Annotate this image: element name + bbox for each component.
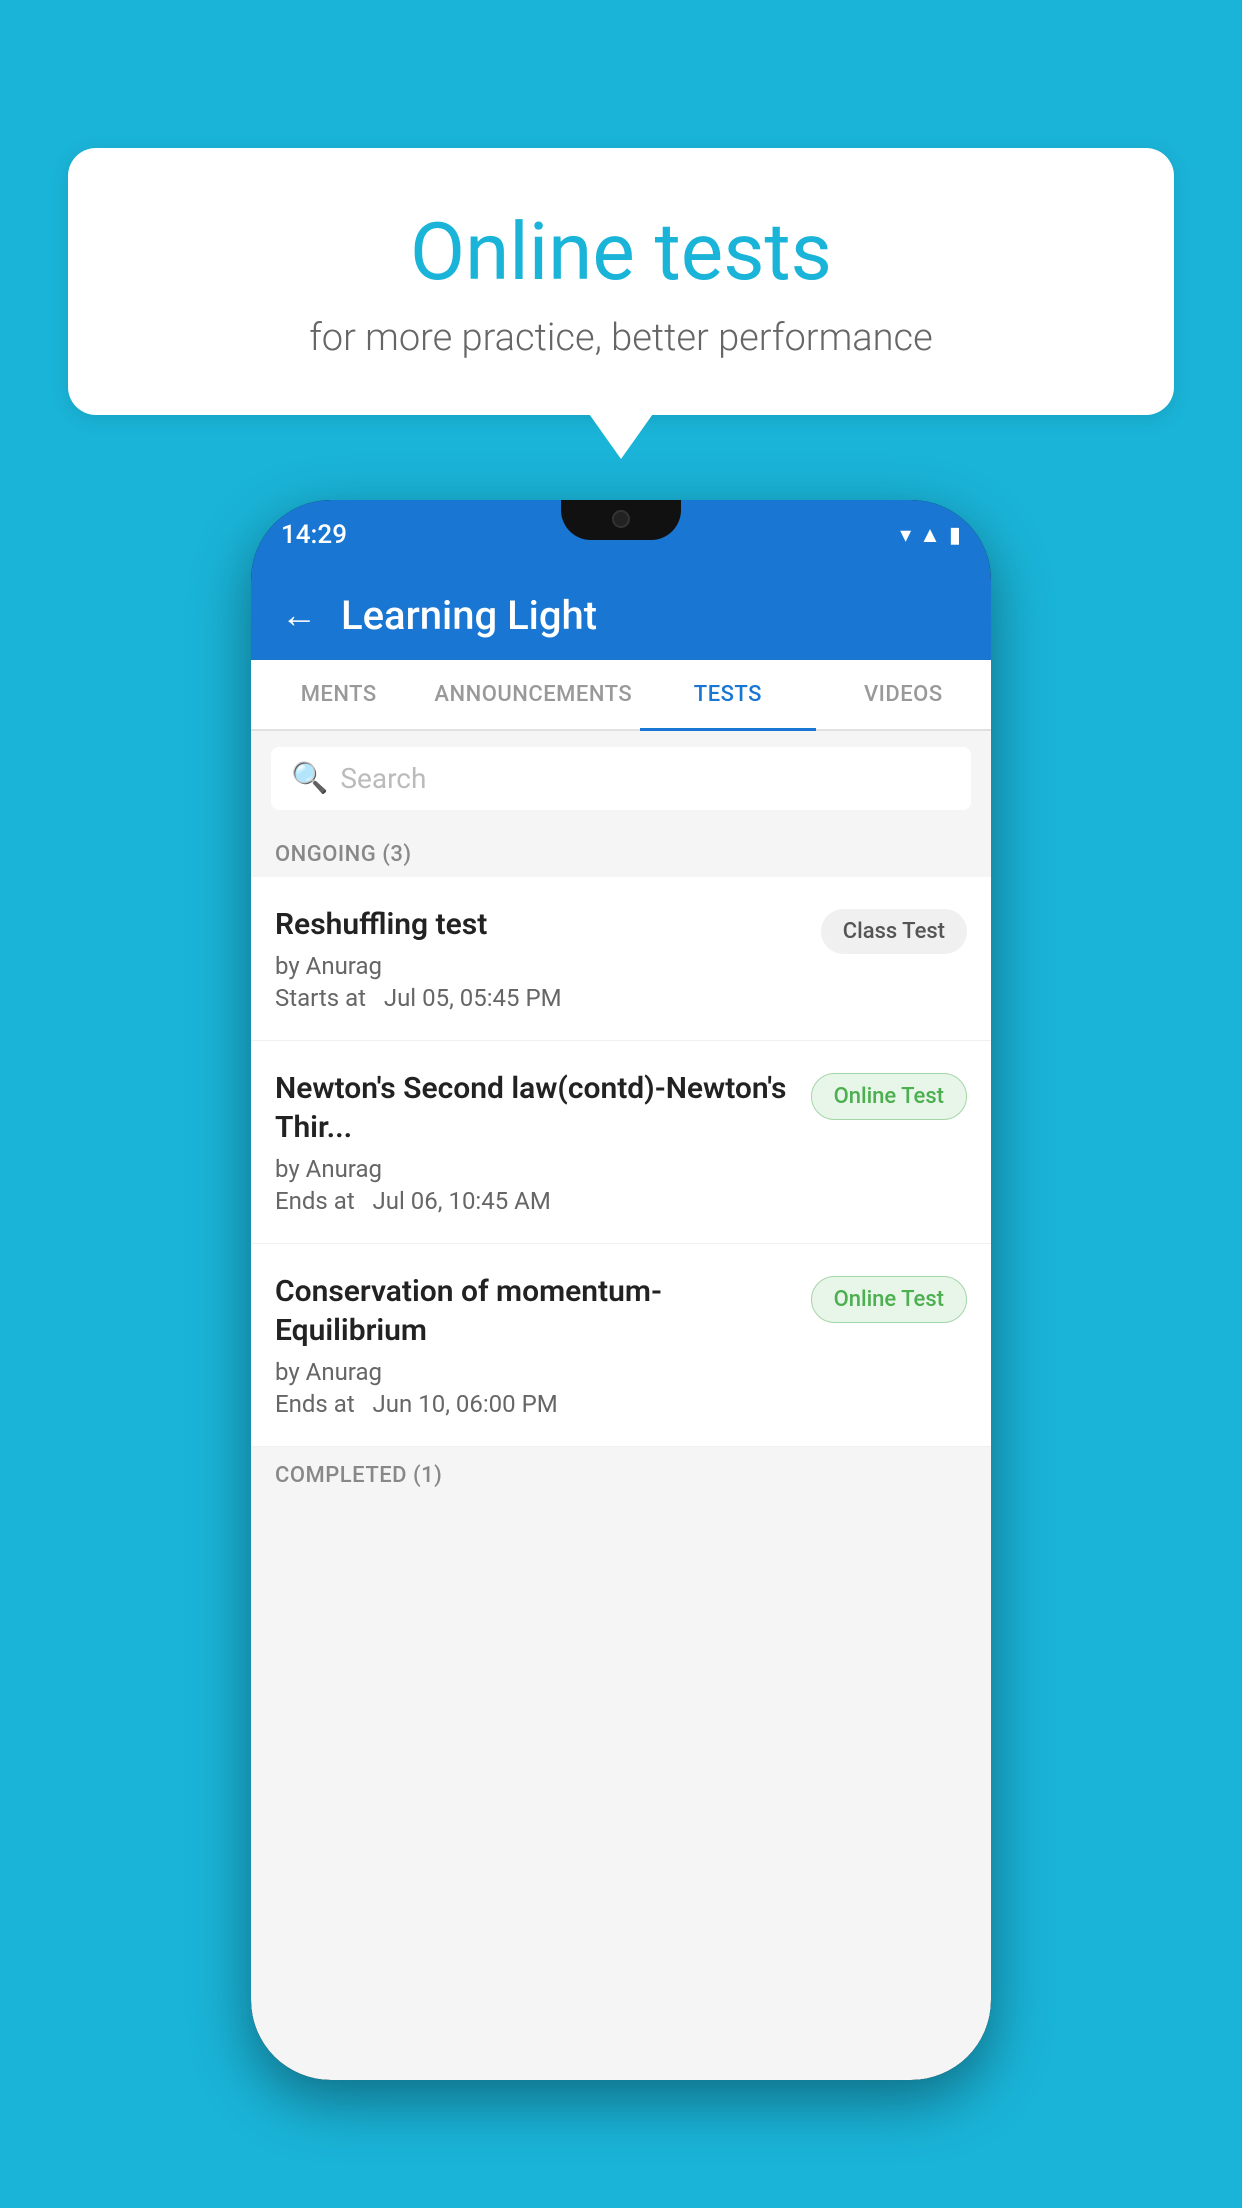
bubble-subtitle: for more practice, better performance bbox=[118, 316, 1124, 360]
back-button[interactable]: ← bbox=[281, 594, 317, 636]
test-list: Reshuffling test by Anurag Starts at Jul… bbox=[251, 877, 991, 1447]
bubble-title: Online tests bbox=[118, 208, 1124, 296]
screen-content: 🔍 Search ONGOING (3) Reshuffling test by… bbox=[251, 731, 991, 2080]
phone-frame: 14:29 ▾ ▲ ▮ ← Learning Light MENTS ANNOU… bbox=[251, 500, 991, 2080]
tab-announcements[interactable]: ANNOUNCEMENTS bbox=[426, 660, 640, 729]
test-item-2[interactable]: Newton's Second law(contd)-Newton's Thir… bbox=[251, 1041, 991, 1244]
test-item-3[interactable]: Conservation of momentum-Equilibrium by … bbox=[251, 1244, 991, 1447]
test-title-1: Reshuffling test bbox=[275, 905, 809, 944]
notch bbox=[561, 500, 681, 540]
search-input[interactable]: Search bbox=[340, 762, 426, 795]
test-by-1: by Anurag bbox=[275, 952, 809, 980]
app-bar: ← Learning Light bbox=[251, 570, 991, 660]
status-time: 14:29 bbox=[281, 520, 347, 550]
wifi-icon: ▾ bbox=[900, 523, 911, 548]
test-item-1[interactable]: Reshuffling test by Anurag Starts at Jul… bbox=[251, 877, 991, 1041]
test-by-2: by Anurag bbox=[275, 1155, 799, 1183]
test-title-3: Conservation of momentum-Equilibrium bbox=[275, 1272, 799, 1350]
speech-bubble: Online tests for more practice, better p… bbox=[68, 148, 1174, 415]
test-info-3: Conservation of momentum-Equilibrium by … bbox=[275, 1272, 799, 1418]
search-icon: 🔍 bbox=[291, 761, 328, 796]
tab-tests[interactable]: TESTS bbox=[640, 660, 815, 729]
camera-icon bbox=[612, 510, 630, 528]
tab-videos[interactable]: VIDEOS bbox=[816, 660, 991, 729]
search-bar[interactable]: 🔍 Search bbox=[271, 747, 971, 810]
status-icons: ▾ ▲ ▮ bbox=[900, 522, 961, 548]
test-by-3: by Anurag bbox=[275, 1358, 799, 1386]
test-time-2: Ends at Jul 06, 10:45 AM bbox=[275, 1187, 799, 1215]
test-time-3: Ends at Jun 10, 06:00 PM bbox=[275, 1390, 799, 1418]
status-bar: 14:29 ▾ ▲ ▮ bbox=[251, 500, 991, 570]
tab-ments[interactable]: MENTS bbox=[251, 660, 426, 729]
completed-section-label: COMPLETED (1) bbox=[251, 1447, 991, 1498]
tabs-bar: MENTS ANNOUNCEMENTS TESTS VIDEOS bbox=[251, 660, 991, 731]
test-title-2: Newton's Second law(contd)-Newton's Thir… bbox=[275, 1069, 799, 1147]
battery-icon: ▮ bbox=[949, 523, 961, 548]
test-info-1: Reshuffling test by Anurag Starts at Jul… bbox=[275, 905, 809, 1012]
ongoing-section-label: ONGOING (3) bbox=[251, 826, 991, 877]
app-bar-title: Learning Light bbox=[341, 592, 597, 639]
test-badge-1: Class Test bbox=[821, 909, 967, 954]
test-time-1: Starts at Jul 05, 05:45 PM bbox=[275, 984, 809, 1012]
test-badge-2: Online Test bbox=[811, 1073, 967, 1120]
test-badge-3: Online Test bbox=[811, 1276, 967, 1323]
signal-icon: ▲ bbox=[919, 522, 941, 548]
test-info-2: Newton's Second law(contd)-Newton's Thir… bbox=[275, 1069, 799, 1215]
